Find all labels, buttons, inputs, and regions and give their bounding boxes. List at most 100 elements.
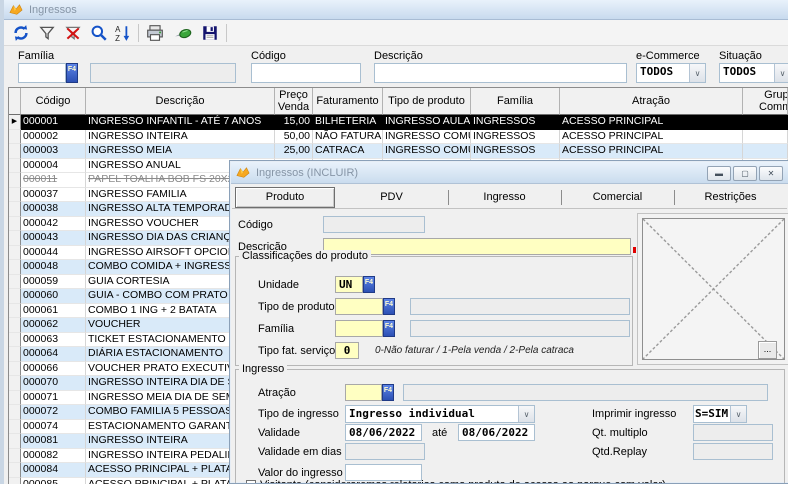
- cell-codigo: 000048: [21, 260, 86, 275]
- cell-preco: 25,00: [275, 144, 313, 159]
- atracao-f4-button[interactable]: F4: [382, 384, 394, 401]
- grid-header-familia[interactable]: Família: [471, 88, 560, 115]
- tab-ingresso[interactable]: Ingresso: [448, 186, 561, 209]
- situacao-filter-select[interactable]: TODOS ∨: [719, 63, 788, 83]
- visitante-checkbox[interactable]: [246, 480, 256, 484]
- validade-dias-label: Validade em dias: [258, 446, 342, 458]
- familia-f4-button[interactable]: F4: [383, 320, 395, 337]
- imprimir-select[interactable]: S=SIM ∨: [693, 405, 747, 423]
- row-marker: [9, 391, 21, 406]
- grid-header-descricao[interactable]: Descrição: [86, 88, 275, 115]
- tipo-ingresso-value: Ingresso individual: [346, 406, 518, 422]
- product-image-placeholder: [642, 218, 785, 360]
- qtd-replay-label: Qtd.Replay: [592, 446, 647, 458]
- cell-familia: INGRESSOS: [471, 130, 560, 145]
- grid-header-faturamento[interactable]: Faturamento: [313, 88, 383, 115]
- cell-codigo: 000071: [21, 391, 86, 406]
- close-button[interactable]: ✕: [759, 166, 783, 181]
- export-icon[interactable]: [174, 24, 192, 42]
- save-icon[interactable]: [201, 24, 219, 42]
- ecommerce-filter-select[interactable]: TODOS ∨: [636, 63, 706, 83]
- required-marker: [633, 247, 636, 253]
- atracao-field[interactable]: [345, 384, 382, 401]
- row-marker: [9, 405, 21, 420]
- unidade-field[interactable]: UN: [335, 276, 363, 293]
- tab-pdv[interactable]: PDV: [335, 186, 448, 209]
- dialog-titlebar: Ingressos (INCLUIR): [231, 162, 788, 184]
- cell-codigo: 000060: [21, 289, 86, 304]
- cell-codigo: 000085: [21, 478, 86, 484]
- minimize-button[interactable]: ▬: [707, 166, 731, 181]
- cell-preco: 50,00: [275, 130, 313, 145]
- chevron-down-icon[interactable]: ∨: [518, 406, 534, 422]
- row-marker: [9, 188, 21, 203]
- chevron-down-icon[interactable]: ∨: [689, 64, 705, 82]
- cell-codigo: 000061: [21, 304, 86, 319]
- print-icon[interactable]: [146, 24, 164, 42]
- cell-tipo-produto: INGRESSO COMUM: [383, 130, 471, 145]
- window-title: Ingressos: [29, 4, 77, 16]
- tipo-ingresso-select[interactable]: Ingresso individual ∨: [345, 405, 535, 423]
- descricao-filter-input[interactable]: [374, 63, 627, 83]
- chevron-down-icon[interactable]: ∨: [774, 64, 788, 82]
- tab-comercial[interactable]: Comercial: [561, 186, 674, 209]
- grid-header-preco-venda[interactable]: Preço Venda: [275, 88, 313, 115]
- codigo-filter-input[interactable]: [251, 63, 361, 83]
- tipo-produto-field[interactable]: [335, 298, 383, 315]
- tipo-ingresso-label: Tipo de ingresso: [258, 408, 339, 420]
- main-titlebar: Ingressos: [4, 0, 788, 20]
- unidade-label: Unidade: [258, 279, 299, 291]
- cell-codigo: 000038: [21, 202, 86, 217]
- row-marker: [9, 130, 21, 145]
- tab-produto[interactable]: Produto: [235, 187, 335, 208]
- cell-atracao: ACESSO PRINCIPAL: [560, 130, 743, 145]
- clear-filter-icon[interactable]: [64, 24, 82, 42]
- familia-filter-input[interactable]: [18, 63, 66, 83]
- cell-codigo: 000070: [21, 376, 86, 391]
- filter-icon[interactable]: [38, 24, 56, 42]
- cell-codigo: 000043: [21, 231, 86, 246]
- qtd-replay-field[interactable]: [693, 443, 773, 460]
- row-marker: [9, 434, 21, 449]
- table-row[interactable]: 000003 INGRESSO MEIA 25,00 CATRACA INGRE…: [9, 144, 788, 159]
- grid-header-tipo-produto[interactable]: Tipo de produto: [383, 88, 471, 115]
- situacao-filter-value: TODOS: [720, 64, 774, 82]
- chevron-down-icon[interactable]: ∨: [730, 406, 746, 422]
- incluir-dialog: Ingressos (INCLUIR) ▬ ▢ ✕ Produto PDV In…: [229, 160, 788, 484]
- row-marker: [9, 159, 21, 174]
- search-icon[interactable]: [90, 24, 108, 42]
- toolbar-separator: [138, 24, 139, 42]
- cell-codigo: 000082: [21, 449, 86, 464]
- atracao-description: [403, 384, 768, 401]
- grid-header-codigo[interactable]: Código: [21, 88, 86, 115]
- tab-restricoes[interactable]: Restrições: [674, 186, 787, 209]
- table-row[interactable]: 000002 INGRESSO INTEIRA 50,00 NÃO FATURA…: [9, 130, 788, 145]
- imprimir-value: S=SIM: [694, 406, 730, 422]
- familia-filter-f4-button[interactable]: F4: [66, 63, 78, 83]
- table-row[interactable]: ▶ 000001 INGRESSO INFANTIL - ATÉ 7 ANOS …: [9, 115, 788, 130]
- tipo-fat-field[interactable]: 0: [335, 342, 359, 359]
- unidade-f4-button[interactable]: F4: [363, 276, 375, 293]
- codigo-filter-label: Código: [251, 50, 286, 62]
- ecommerce-filter-value: TODOS: [637, 64, 689, 82]
- grid-header-grupo-ecommerce[interactable]: Grupo e-Commerce: [743, 88, 788, 115]
- cell-faturamento: NÃO FATURAR: [313, 130, 383, 145]
- toolbar-separator: [226, 24, 227, 42]
- row-marker: ▶: [9, 115, 21, 130]
- tipo-produto-f4-button[interactable]: F4: [383, 298, 395, 315]
- image-browse-button[interactable]: ...: [758, 341, 777, 359]
- restore-button[interactable]: ▢: [733, 166, 757, 181]
- validade-ate-field[interactable]: 08/06/2022: [458, 424, 535, 441]
- validade-de-field[interactable]: 08/06/2022: [345, 424, 422, 441]
- familia-field[interactable]: [335, 320, 383, 337]
- grid-header-atracao[interactable]: Atração: [560, 88, 743, 115]
- codigo-field: [323, 216, 425, 233]
- cell-codigo: 000064: [21, 347, 86, 362]
- classificacoes-group-label: Classificações do produto: [239, 250, 371, 262]
- qt-multiplo-field[interactable]: [693, 424, 773, 441]
- sort-icon[interactable]: A Z: [114, 24, 132, 42]
- cell-codigo: 000063: [21, 333, 86, 348]
- row-marker: [9, 347, 21, 362]
- refresh-icon[interactable]: [12, 24, 30, 42]
- validade-label: Validade: [258, 427, 300, 439]
